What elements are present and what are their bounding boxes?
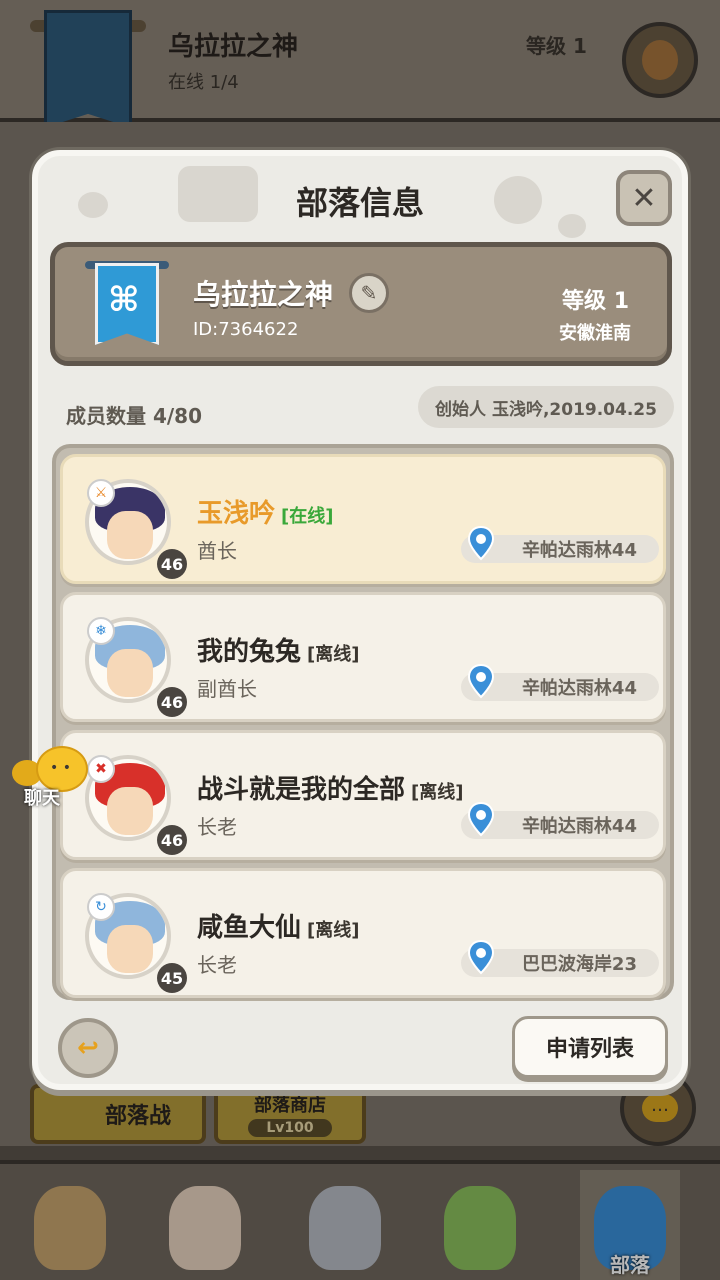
member-row[interactable]: ✖ 46 战斗就是我的全部 [离线] 长老 辛帕达雨林44 [60, 730, 666, 860]
close-icon: ✕ [631, 180, 657, 216]
member-name: 玉浅吟 [在线] [197, 493, 333, 530]
member-name-text: 玉浅吟 [197, 499, 276, 529]
banner-icon: ⌘ [95, 263, 159, 345]
member-list: ⚔ 46 玉浅吟 [在线] 酋长 辛帕达雨林44 ❄ 46 我的兔兔 [离线] 副酋… [52, 444, 674, 1000]
member-status: [在线] [281, 506, 334, 527]
level-badge: 46 [157, 687, 187, 717]
tribe-info-card: ⌘ 乌拉拉之神 ✎ ID:7364622 等级 1 安徽淮南 [50, 242, 672, 366]
member-row[interactable]: ⚔ 46 玉浅吟 [在线] 酋长 辛帕达雨林44 [60, 454, 666, 584]
exit-tribe-button[interactable]: ↩ [58, 1018, 118, 1078]
member-name-text: 战斗就是我的全部 [197, 775, 406, 805]
avatar-face [107, 511, 153, 559]
apply-list-button[interactable]: 申请列表 [512, 1016, 668, 1078]
location-pin-icon [467, 801, 495, 837]
level-badge: 46 [157, 825, 187, 855]
banner-glyph-icon: ⌘ [108, 280, 140, 320]
level-badge: 46 [157, 549, 187, 579]
member-name-text: 我的兔兔 [197, 637, 302, 667]
founder-info: 创始人 玉浅吟,2019.04.25 [418, 386, 674, 428]
member-name: 战斗就是我的全部 [离线] [197, 769, 463, 806]
class-axe-icon: ⚔ [87, 479, 115, 507]
tribe-id: ID:7364622 [193, 319, 299, 340]
member-name-text: 咸鱼大仙 [197, 913, 302, 943]
member-status: [离线] [411, 782, 464, 803]
avatar-face [107, 925, 153, 973]
member-name: 我的兔兔 [离线] [197, 631, 359, 668]
close-button[interactable]: ✕ [616, 170, 672, 226]
member-row[interactable]: ❄ 46 我的兔兔 [离线] 副酋长 辛帕达雨林44 [60, 592, 666, 722]
member-status: [离线] [307, 644, 360, 665]
tribe-region: 安徽淮南 [559, 323, 631, 344]
member-status: [离线] [307, 920, 360, 941]
chat-label: 聊天 [24, 788, 60, 809]
member-name: 咸鱼大仙 [离线] [197, 907, 359, 944]
floating-chat-button[interactable]: 聊天 [8, 746, 88, 809]
members-count: 成员数量 4/80 [66, 404, 203, 428]
avatar-face [107, 649, 153, 697]
member-role: 酋长 [197, 539, 237, 563]
back-arrow-icon: ↩ [77, 1033, 99, 1063]
location-pin-icon [467, 525, 495, 561]
location-pin-icon [467, 939, 495, 975]
edit-icon: ✎ [360, 281, 378, 305]
member-role: 长老 [197, 815, 237, 839]
member-role: 副酋长 [197, 677, 257, 701]
level-badge: 45 [157, 963, 187, 993]
tribe-info-dialog: 部落信息 ✕ ⌘ 乌拉拉之神 ✎ ID:7364622 等级 1 安徽淮南 成员… [32, 150, 688, 1090]
avatar-face [107, 787, 153, 835]
dialog-title: 部落信息 [295, 184, 424, 222]
edit-name-button[interactable]: ✎ [349, 273, 389, 313]
location-pin-icon [467, 663, 495, 699]
class-warrior-icon: ✖ [87, 755, 115, 783]
member-role: 长老 [197, 953, 237, 977]
member-row[interactable]: ↻ 45 咸鱼大仙 [离线] 长老 巴巴波海岸23 [60, 868, 666, 998]
class-ice-icon: ❄ [87, 617, 115, 645]
tribe-level: 等级 1 [562, 289, 629, 314]
class-swirl-icon: ↻ [87, 893, 115, 921]
tribe-name: 乌拉拉之神 [193, 278, 334, 311]
